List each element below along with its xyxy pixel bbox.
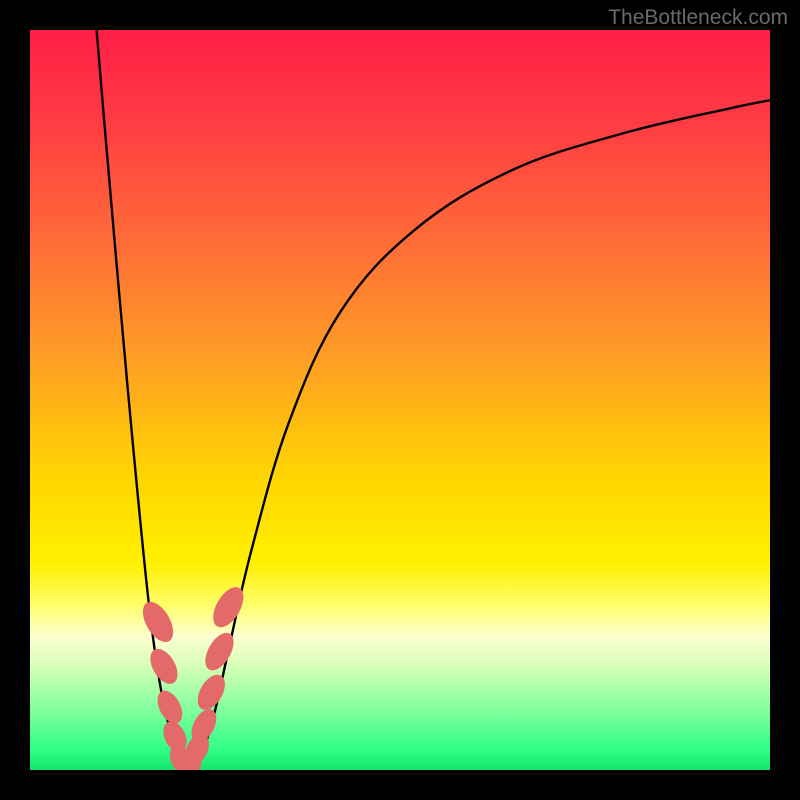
- data-marker: [207, 582, 250, 632]
- curve-right: [185, 100, 770, 770]
- data-marker: [137, 597, 180, 647]
- data-marker: [192, 670, 230, 714]
- data-marker: [199, 628, 239, 675]
- watermark-text: TheBottleneck.com: [608, 6, 788, 30]
- data-markers: [137, 582, 250, 770]
- chart-svg: [30, 30, 770, 770]
- plot-area: [30, 30, 770, 770]
- frame: TheBottleneck.com: [0, 0, 800, 800]
- data-marker: [145, 644, 183, 688]
